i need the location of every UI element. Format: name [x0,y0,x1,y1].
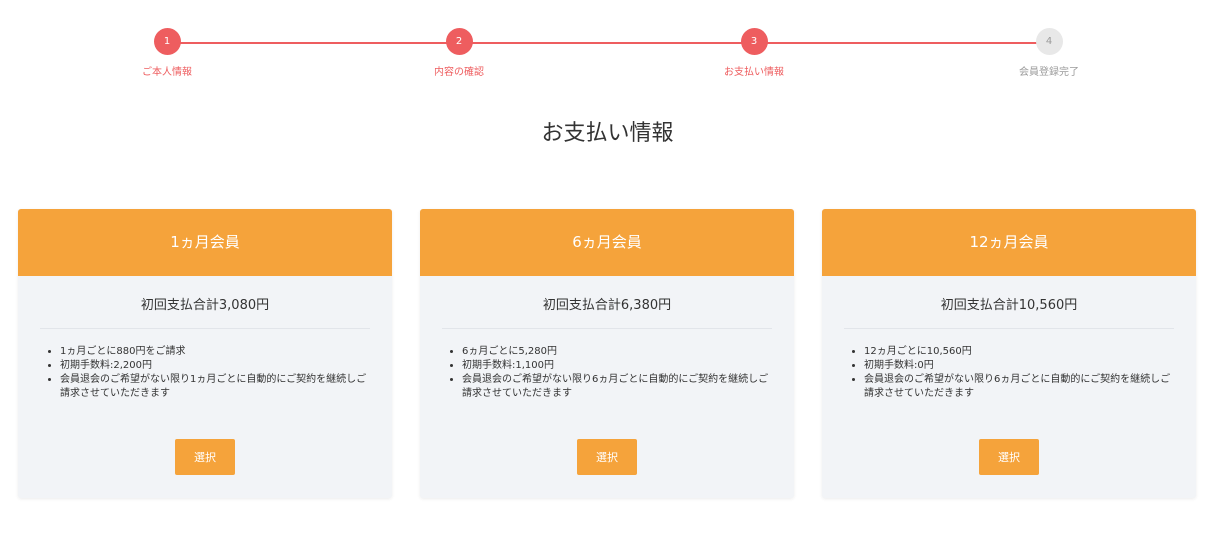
step-2-number: 2 [445,28,473,55]
plan-detail-item: 6ヵ月ごとに5,280円 [462,345,772,359]
plan-card-6-month: 6ヵ月会員 初回支払合計6,380円 6ヵ月ごとに5,280円 初期手数料:1,… [420,209,794,498]
plan-detail-item: 初期手数料:2,200円 [60,359,370,373]
plan-detail-item: 初期手数料:1,100円 [462,359,772,373]
step-1-number: 1 [153,28,181,55]
plan-detail-item: 1ヵ月ごとに880円をご請求 [60,345,370,359]
plan-initial-total: 初回支払合計3,080円 [40,294,370,329]
plan-detail-item: 会員退会のご希望がない限り6ヵ月ごとに自動的にご契約を継続しご請求させていただき… [864,373,1174,401]
plan-cards: 1ヵ月会員 初回支払合計3,080円 1ヵ月ごとに880円をご請求 初期手数料:… [18,209,1198,499]
plan-detail-item: 会員退会のご希望がない限り6ヵ月ごとに自動的にご契約を継続しご請求させていただき… [462,373,772,401]
page-title: お支払い情報 [541,121,674,146]
progress-stepper: 1 ご本人情報 2 内容の確認 3 お支払い情報 4 会員登録完了 [0,28,1215,88]
plan-card-12-month: 12ヵ月会員 初回支払合計10,560円 12ヵ月ごとに10,560円 初期手数… [822,209,1196,498]
plan-details-list: 12ヵ月ごとに10,560円 初期手数料:0円 会員退会のご希望がない限り6ヵ月… [844,345,1174,441]
plan-card-1-month: 1ヵ月会員 初回支払合計3,080円 1ヵ月ごとに880円をご請求 初期手数料:… [18,209,392,498]
step-3: 3 お支払い情報 [694,28,814,78]
step-3-number: 3 [740,28,768,55]
plan-detail-item: 初期手数料:0円 [864,359,1174,373]
step-4-number: 4 [1035,28,1063,55]
plan-initial-total: 初回支払合計10,560円 [844,294,1174,329]
plan-initial-total: 初回支払合計6,380円 [442,294,772,329]
step-4: 4 会員登録完了 [989,28,1109,78]
select-12-month-button[interactable]: 選択 [979,439,1039,475]
plan-card-header: 1ヵ月会員 [18,209,392,276]
plan-details-list: 6ヵ月ごとに5,280円 初期手数料:1,100円 会員退会のご希望がない限り6… [442,345,772,441]
step-1: 1 ご本人情報 [107,28,227,78]
plan-card-header: 6ヵ月会員 [420,209,794,276]
step-1-label: ご本人情報 [142,67,192,78]
plan-detail-item: 会員退会のご希望がない限り1ヵ月ごとに自動的にご契約を継続しご請求させていただき… [60,373,370,401]
plan-details-list: 1ヵ月ごとに880円をご請求 初期手数料:2,200円 会員退会のご希望がない限… [40,345,370,441]
plan-detail-item: 12ヵ月ごとに10,560円 [864,345,1174,359]
select-6-month-button[interactable]: 選択 [577,439,637,475]
step-4-label: 会員登録完了 [1019,67,1079,78]
step-3-label: お支払い情報 [724,67,784,78]
step-2: 2 内容の確認 [399,28,519,78]
step-2-label: 内容の確認 [434,67,484,78]
select-1-month-button[interactable]: 選択 [175,439,235,475]
plan-card-header: 12ヵ月会員 [822,209,1196,276]
